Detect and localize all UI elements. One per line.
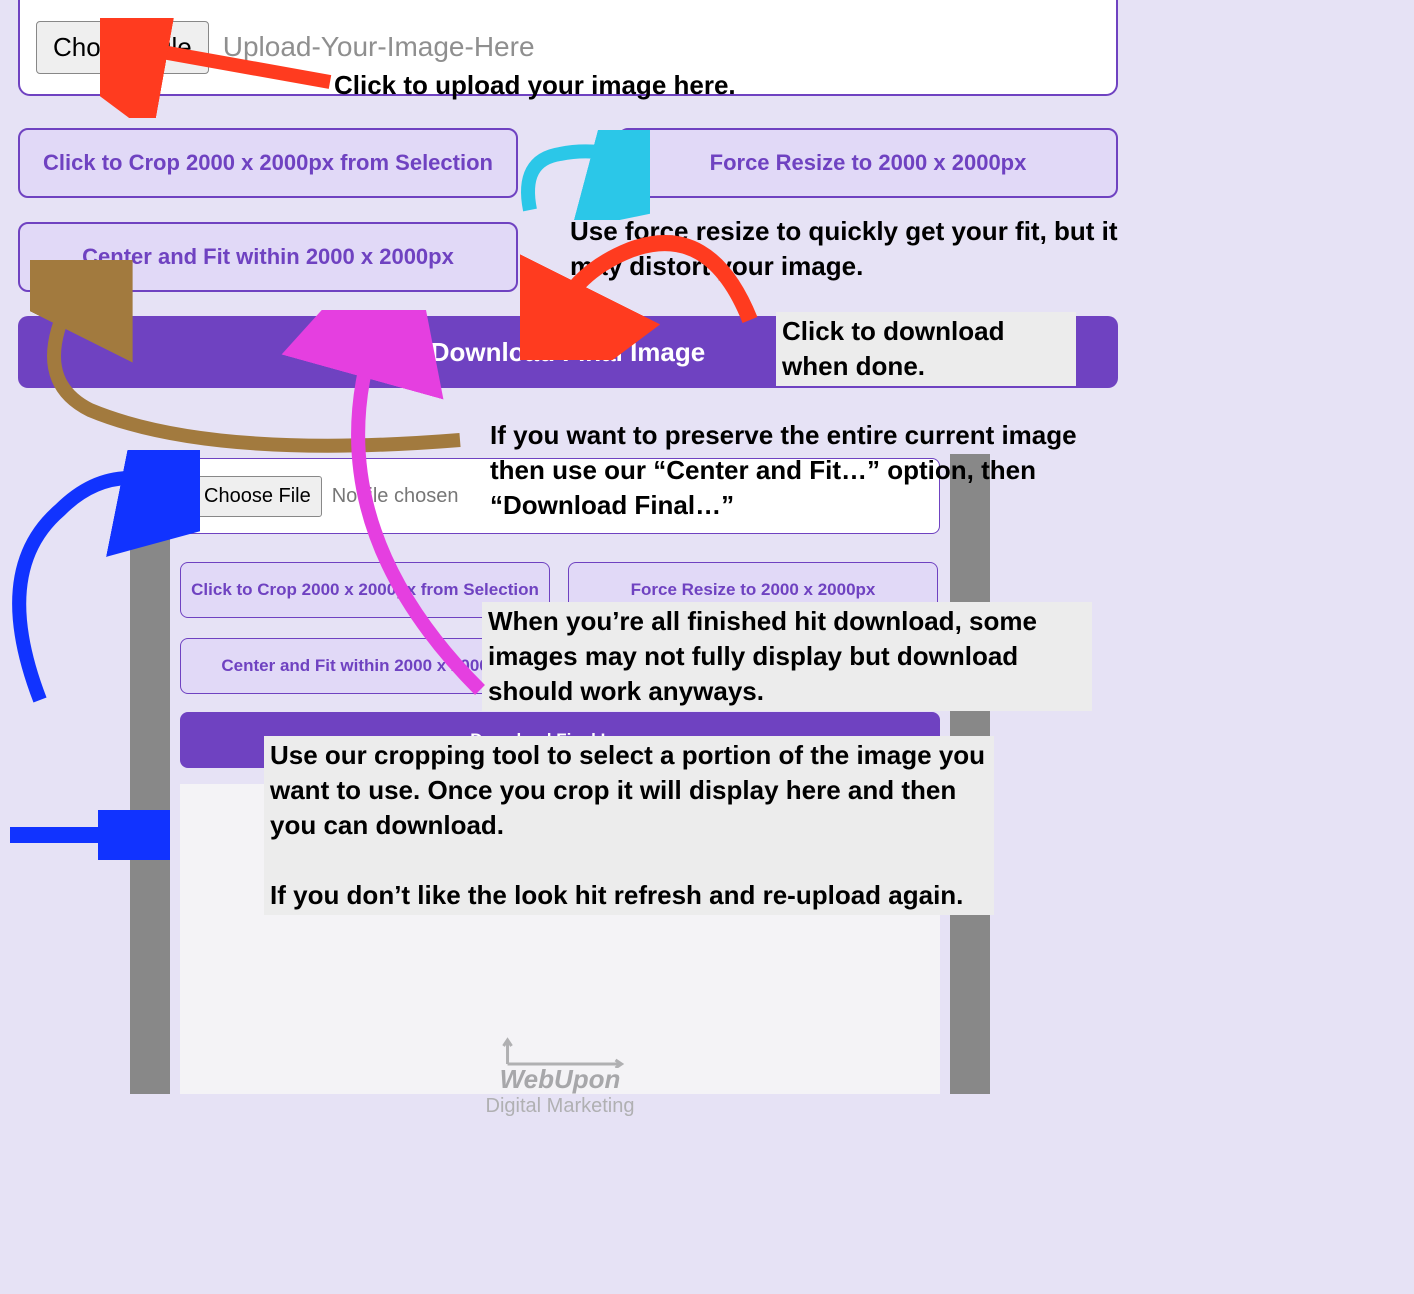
annotation-center: If you want to preserve the entire curre…	[484, 416, 1130, 525]
inner-choose-file-button[interactable]: Choose File	[193, 476, 322, 517]
inner-upload-placeholder: No file chosen	[332, 485, 459, 508]
choose-file-button[interactable]: Choose File	[36, 21, 209, 74]
annotation-finish: When you’re all finished hit download, s…	[482, 602, 1092, 711]
force-resize-button[interactable]: Force Resize to 2000 x 2000px	[618, 128, 1118, 198]
webupon-logo: WebUpon Digital Marketing	[486, 1034, 635, 1118]
annotation-crop: Use our cropping tool to select a portio…	[264, 736, 994, 915]
center-fit-button[interactable]: Center and Fit within 2000 x 2000px	[18, 222, 518, 292]
crop-button[interactable]: Click to Crop 2000 x 2000px from Selecti…	[18, 128, 518, 198]
upload-placeholder: Upload-Your-Image-Here	[223, 31, 535, 63]
logo-subtitle: Digital Marketing	[486, 1095, 635, 1118]
annotation-download: Click to download when done.	[776, 312, 1076, 386]
annotation-force: Use force resize to quickly get your fit…	[564, 212, 1124, 286]
logo-name: WebUpon	[500, 1064, 621, 1094]
annotation-upload: Click to upload your image here.	[328, 66, 742, 105]
